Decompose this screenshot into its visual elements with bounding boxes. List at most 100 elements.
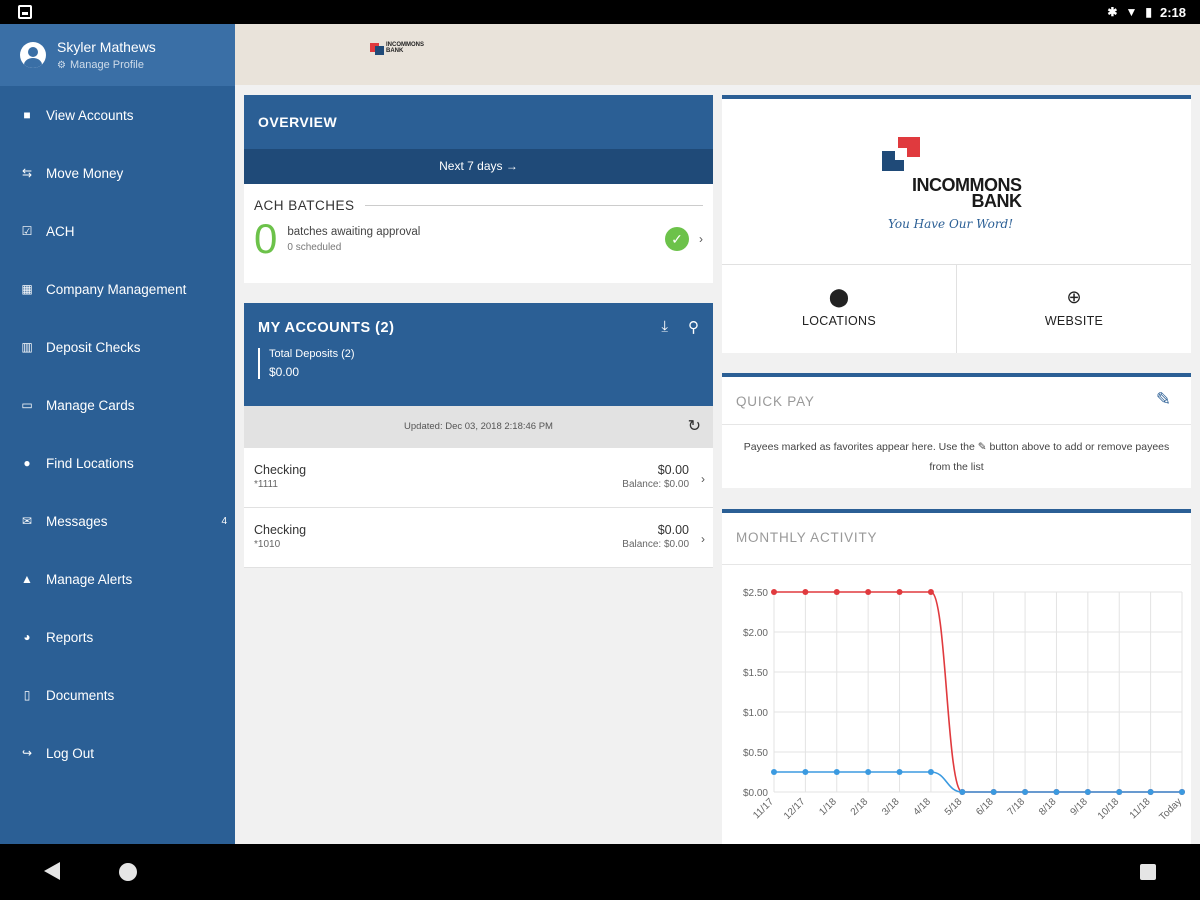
total-deposits: Total Deposits (2) $0.00 — [258, 348, 699, 379]
sidebar-item-move-money[interactable]: ⇆ Move Money — [0, 144, 235, 202]
sidebar-item-label: Find Locations — [46, 455, 134, 471]
download-icon[interactable]: ⤓ — [661, 318, 668, 336]
sidebar-item-ach[interactable]: ☑ ACH — [0, 202, 235, 260]
sidebar-item-log-out[interactable]: ↪ Log Out — [0, 724, 235, 782]
updated-text: Updated: Dec 03, 2018 2:18:46 PM — [404, 421, 553, 432]
bank-icon: ▥ — [21, 340, 33, 354]
location-pin-icon: ⬤ — [828, 287, 850, 307]
gallery-icon — [18, 5, 32, 19]
refresh-icon[interactable]: ↻ — [688, 406, 701, 448]
divider — [364, 205, 703, 206]
envelope-icon: ✉ — [21, 514, 33, 528]
card-icon: ▭ — [21, 398, 33, 412]
y-tick-label: $1.50 — [743, 668, 768, 679]
x-tick-label: 6/18 — [974, 796, 996, 818]
bank-logo-small: INCOMMONS BANK — [370, 40, 424, 55]
manage-profile-label: Manage Profile — [69, 59, 144, 71]
x-tick-label: 7/18 — [1006, 796, 1028, 818]
recent-apps-icon[interactable] — [1140, 864, 1156, 880]
account-row[interactable]: Checking *1111 $0.00 Balance: $0.00 › — [244, 448, 713, 508]
x-tick-label: 11/18 — [1128, 796, 1153, 821]
status-bar: ✱ ▼ ▮ 2:18 — [0, 0, 1200, 24]
profile-name: Skyler Mathews — [57, 39, 156, 55]
data-point — [927, 589, 934, 595]
sidebar-item-label: View Accounts — [46, 107, 134, 123]
sidebar-item-manage-cards[interactable]: ▭ Manage Cards — [0, 376, 235, 434]
sidebar-item-find-locations[interactable]: ● Find Locations — [0, 434, 235, 492]
x-tick-label: 10/18 — [1096, 796, 1122, 822]
edit-pencil-icon[interactable]: ✎ — [1156, 389, 1171, 410]
ach-count: 0 — [254, 215, 278, 262]
status-time: 2:18 — [1159, 4, 1186, 20]
quick-pay-title: QUICK PAY — [736, 394, 815, 409]
account-row[interactable]: Checking *1010 $0.00 Balance: $0.00 › — [244, 508, 713, 568]
y-tick-label: $2.50 — [743, 588, 768, 599]
search-icon[interactable]: ⚲ — [688, 318, 699, 336]
bank-name: INCOMMONS BANK — [912, 175, 1022, 211]
locations-button[interactable]: ⬤ LOCATIONS — [722, 265, 956, 353]
sidebar-item-view-accounts[interactable]: ■ View Accounts — [0, 86, 235, 144]
data-point — [1147, 789, 1154, 795]
overview-title: OVERVIEW — [244, 95, 713, 149]
x-tick-label: 5/18 — [943, 796, 965, 818]
sidebar-item-label: Reports — [46, 629, 94, 645]
ach-batches-title: ACH BATCHES — [254, 198, 355, 213]
sidebar-item-messages[interactable]: ✉ Messages 4 — [0, 492, 235, 550]
chevron-right-icon: › — [701, 472, 705, 486]
y-tick-label: $0.50 — [743, 748, 768, 759]
x-tick-label: 12/17 — [782, 796, 808, 822]
chevron-right-icon: › — [699, 232, 703, 246]
data-point — [990, 789, 997, 795]
sidebar-item-company-management[interactable]: ▦ Company Management — [0, 260, 235, 318]
account-amount: $0.00 — [657, 463, 689, 477]
sidebar-item-documents[interactable]: ▯ Documents — [0, 666, 235, 724]
x-tick-label: 1/18 — [817, 796, 839, 818]
x-tick-label: 8/18 — [1037, 796, 1059, 818]
y-tick-label: $1.00 — [743, 708, 768, 719]
accounts-icon: ■ — [23, 108, 31, 122]
x-tick-label: 3/18 — [880, 796, 902, 818]
data-point — [959, 789, 966, 795]
data-point — [833, 769, 840, 775]
ach-awaiting-text: batches awaiting approval — [287, 225, 421, 238]
sidebar-item-reports[interactable]: ◕ Reports — [0, 608, 235, 666]
data-point — [1179, 789, 1185, 795]
website-button[interactable]: ⊕ WEBSITE — [956, 265, 1191, 353]
data-point — [1116, 789, 1123, 795]
data-point — [802, 589, 809, 595]
series-line — [773, 771, 1182, 793]
bank-logo: INCOMMONS BANK You Have Our Word! — [722, 99, 1191, 265]
account-amount: $0.00 — [657, 523, 689, 537]
data-point — [833, 589, 840, 595]
data-point — [802, 769, 809, 775]
monthly-activity-title: MONTHLY ACTIVITY — [736, 530, 878, 545]
sidebar-item-label: Company Management — [46, 281, 187, 297]
quick-pay-card: QUICK PAY ✎ Payees marked as favorites a… — [722, 373, 1191, 488]
building-icon: ▦ — [21, 282, 33, 296]
sidebar-item-manage-alerts[interactable]: ▲ Manage Alerts — [0, 550, 235, 608]
manage-profile-link[interactable]: ⚙ Manage Profile — [57, 59, 156, 71]
messages-count-badge: 4 — [221, 515, 227, 527]
y-tick-label: $2.00 — [743, 628, 768, 639]
account-balance: Balance: $0.00 — [622, 479, 689, 490]
home-icon[interactable] — [119, 863, 137, 881]
next-7-days-button[interactable]: Next 7 days → — [244, 149, 713, 184]
sidebar-item-deposit-checks[interactable]: ▥ Deposit Checks — [0, 318, 235, 376]
logout-icon: ↪ — [21, 746, 33, 760]
ach-batches-row[interactable]: 0 batches awaiting approval 0 scheduled … — [244, 213, 713, 261]
sidebar-item-label: Manage Cards — [46, 397, 135, 413]
back-icon[interactable] — [44, 862, 60, 880]
main-content: INCOMMONS BANK OVERVIEW Next 7 days → ACH… — [235, 24, 1200, 844]
sidebar-item-label: Log Out — [46, 745, 95, 761]
checkbox-icon: ☑ — [21, 224, 33, 238]
data-point — [1084, 789, 1091, 795]
document-icon: ▯ — [23, 688, 31, 702]
chevron-right-icon: › — [701, 532, 705, 546]
profile-header[interactable]: Skyler Mathews ⚙ Manage Profile — [0, 24, 235, 86]
bluetooth-icon: ✱ — [1107, 5, 1118, 19]
updated-bar: Updated: Dec 03, 2018 2:18:46 PM ↻ — [244, 406, 713, 448]
sidebar-nav: ■ View Accounts ⇆ Move Money ☑ ACH ▦ Com… — [0, 86, 235, 782]
avatar-icon — [20, 42, 46, 68]
data-point — [1053, 789, 1060, 795]
sidebar-item-label: Documents — [46, 687, 115, 703]
